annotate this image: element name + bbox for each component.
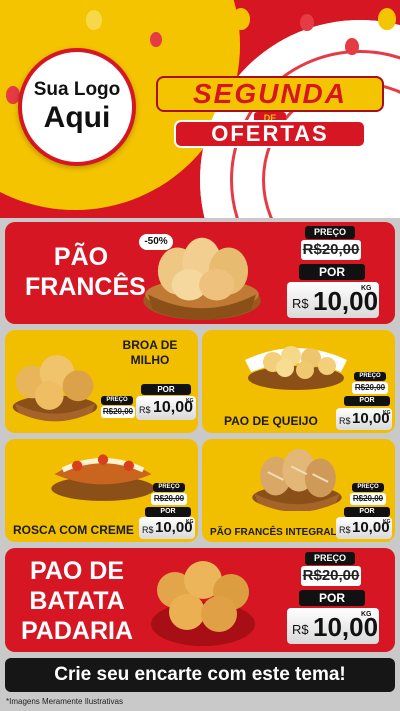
por-label: POR <box>344 396 390 406</box>
product-name: PÃO FRANCÊS <box>25 243 146 301</box>
price-display: R$ 10,00 KG <box>139 517 195 539</box>
preco-label: PREÇO <box>352 483 384 492</box>
balloon-icon <box>150 32 162 47</box>
bread-bowl-image <box>151 561 255 646</box>
cta-banner[interactable]: Crie seu encarte com este tema! <box>5 658 395 692</box>
old-price: R$20,00 <box>301 566 361 586</box>
discount-badge: -50% <box>139 234 173 250</box>
unit-label: KG <box>383 410 391 416</box>
price-display: R$ 10,00 KG <box>336 408 392 430</box>
por-label: POR <box>299 264 365 280</box>
old-price: R$20,00 <box>101 406 135 418</box>
currency-symbol: R$ <box>339 416 351 426</box>
product-card-broa-milho[interactable]: BROA DE MILHO PREÇO R$20,00 POR R$ 10,00… <box>5 330 198 433</box>
product-name: PAO DE QUEIJO <box>224 414 318 428</box>
por-label: POR <box>299 590 365 606</box>
currency-symbol: R$ <box>139 405 151 415</box>
product-card-pao-batata[interactable]: PAO DE BATATA PADARIA PREÇO R$20,00 POR … <box>5 548 395 652</box>
unit-label: KG <box>186 519 194 525</box>
por-label: POR <box>344 507 390 517</box>
unit-label: KG <box>361 285 372 292</box>
bread-basket-image <box>12 355 98 422</box>
unit-label: KG <box>186 398 194 404</box>
old-price: R$20,00 <box>350 493 386 505</box>
logo-placeholder: Sua Logo Aqui <box>18 48 136 166</box>
bread-basket-image <box>252 448 342 511</box>
product-card-pao-frances[interactable]: PÃO FRANCÊS -50% PREÇO R$20,00 POR R$ 10… <box>5 222 395 324</box>
currency-symbol: R$ <box>292 622 309 637</box>
currency-symbol: R$ <box>292 296 309 311</box>
balloon-icon <box>378 8 396 30</box>
product-name: ROSCA COM CREME <box>13 523 134 537</box>
product-name: PAO DE BATATA PADARIA <box>20 557 134 645</box>
title-ofertas: OFERTAS <box>174 120 366 148</box>
logo-text-top: Sua Logo <box>33 79 121 100</box>
preco-label: PREÇO <box>305 226 355 239</box>
unit-label: KG <box>361 611 372 618</box>
title-segunda: SEGUNDA <box>156 76 384 112</box>
preco-label: PREÇO <box>305 552 355 565</box>
disclaimer-text: *Imagens Meramente Ilustrativas <box>6 697 123 706</box>
por-label: POR <box>141 384 191 395</box>
product-card-pao-queijo[interactable]: PAO DE QUEIJO PREÇO R$20,00 POR R$ 10,00… <box>202 330 395 433</box>
product-card-rosca[interactable]: ROSCA COM CREME PREÇO R$20,00 POR R$ 10,… <box>5 439 198 542</box>
product-name: BROA DE MILHO <box>122 338 178 367</box>
old-price: R$20,00 <box>151 493 187 505</box>
price-display: R$ 10,00 KG <box>287 608 379 644</box>
preco-label: PREÇO <box>354 372 386 381</box>
preco-label: PREÇO <box>153 483 185 492</box>
bread-basket-image <box>245 346 347 390</box>
product-card-frances-integral[interactable]: PÃO FRANCÊS INTEGRAL PREÇO R$20,00 POR R… <box>202 439 395 542</box>
balloon-icon <box>86 10 102 30</box>
logo-text-bottom: Aqui <box>43 101 111 134</box>
balloon-icon <box>345 38 359 55</box>
title-lettering: SEGUNDA DE OFERTAS <box>150 72 390 152</box>
preco-label: PREÇO <box>101 396 133 405</box>
bread-basket-image <box>51 454 155 501</box>
old-price: R$20,00 <box>301 240 361 260</box>
por-label: POR <box>145 507 191 517</box>
header-banner: Sua Logo Aqui SEGUNDA DE OFERTAS <box>0 0 400 218</box>
price-display: R$ 10,00 KG <box>336 517 392 539</box>
old-price: R$20,00 <box>352 382 388 394</box>
price-display: R$ 10,00 KG <box>287 282 379 318</box>
currency-symbol: R$ <box>339 525 351 535</box>
balloon-icon <box>232 8 250 30</box>
currency-symbol: R$ <box>142 525 154 535</box>
product-name: PÃO FRANCÊS INTEGRAL <box>210 527 337 538</box>
balloon-icon <box>300 14 314 31</box>
unit-label: KG <box>383 519 391 525</box>
price-display: R$ 10,00 KG <box>136 396 196 420</box>
